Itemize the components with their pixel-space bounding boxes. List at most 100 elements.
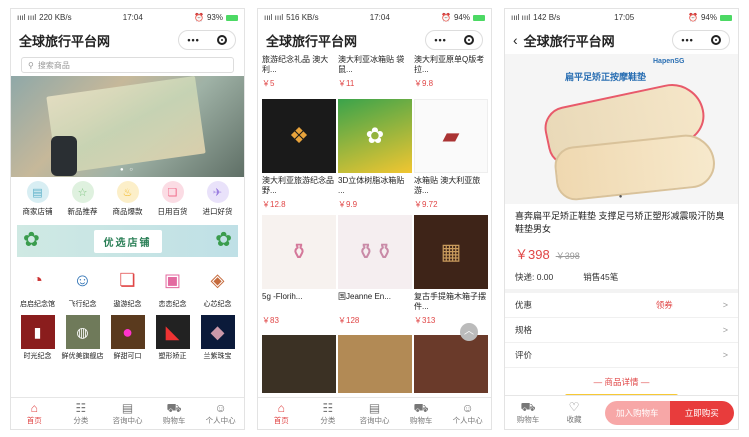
shop-item[interactable]: ● 鲜甜可口	[105, 315, 150, 361]
battery-icon	[720, 14, 732, 21]
search-input[interactable]: ⚲ 搜索商品	[21, 57, 234, 73]
perfume-set-image: ⚱⚱	[338, 215, 412, 289]
add-to-cart-button[interactable]: 加入购物车	[605, 400, 670, 425]
category-new[interactable]: ☆ 新品推荐	[61, 181, 105, 217]
shop-item[interactable]: ◍ 鲜优美旗舰店	[60, 315, 105, 361]
tab-label: 个人中心	[452, 415, 483, 425]
tab-profile[interactable]: ☺ 个人中心	[444, 398, 491, 429]
product-card[interactable]: 澳大利亚冰箱贴 袋鼠... ￥11	[338, 55, 412, 89]
tab-category[interactable]: ☷ 分类	[305, 398, 352, 429]
tab-info[interactable]: ▤ 咨询中心	[104, 398, 151, 429]
spec-label: 规格	[515, 325, 533, 335]
featured-shops-banner[interactable]: ✿ 优选店铺 ✿	[17, 225, 238, 257]
carousel-dots[interactable]: ● ○	[11, 167, 244, 173]
product-image	[262, 335, 336, 393]
phone-home: ıııl ıııl 220 KB/s 17:04 ⏰ 93% 全球旅行平台网 •••…	[10, 8, 245, 430]
shop-item[interactable]: ☺ 飞行纪念	[60, 263, 105, 309]
shop-item[interactable]: ▣ 恋恋纪念	[150, 263, 195, 309]
back-to-top-button[interactable]: ︿	[460, 323, 478, 341]
shop-label: 遨游纪念	[113, 301, 142, 308]
cart-icon: ⛟	[520, 399, 536, 414]
alarm-icon: ⏰	[688, 13, 698, 22]
alarm-icon: ⏰	[441, 13, 451, 22]
more-icon[interactable]: •••	[434, 35, 446, 45]
tab-cart[interactable]: ⛟ 购物车	[151, 398, 198, 429]
star-icon: ☆	[71, 181, 94, 203]
category-row: ▤ 商家店铺 ☆ 新品推荐 ♨ 商品爆款 ❏ 日用百货 ✈ 进口好货	[11, 177, 244, 217]
category-store[interactable]: ▤ 商家店铺	[16, 181, 60, 217]
hero-banner[interactable]: ● ○	[11, 76, 244, 177]
tab-cart[interactable]: ⛟ 购物车	[398, 398, 445, 429]
price: ￥398	[515, 247, 550, 262]
shop-item[interactable]: ◣ 塑形矫正	[150, 315, 195, 361]
product-card[interactable]: ⚱ 5g -Florih... ￥83	[262, 215, 336, 326]
cart-button[interactable]: ⛟ 购物车	[505, 396, 551, 429]
discount-label: 优惠	[515, 300, 533, 310]
product-card[interactable]: ▰ 冰箱贴 澳大利亚旅游... ￥9.72	[414, 99, 488, 210]
close-target-icon[interactable]	[216, 35, 227, 45]
more-icon[interactable]: •••	[681, 35, 693, 45]
product-card[interactable]: ✿ 3D立体树脂冰箱贴 ... ￥9.9	[338, 99, 412, 210]
product-card[interactable]: ❖ 澳大利亚旅游纪念品野... ￥12.8	[262, 99, 336, 210]
review-row[interactable]: 评价 >	[505, 343, 738, 368]
home-icon: ⌂	[277, 400, 285, 415]
kangaroo-magnet-image: ❖	[262, 99, 336, 173]
shoe-icon: ◣	[155, 315, 190, 349]
shop-label: 心芯纪念	[203, 301, 232, 308]
shop-item[interactable]: ▮ 时光纪念	[15, 315, 60, 361]
shop-label: 塑形矫正	[158, 353, 187, 360]
shop-item[interactable]: ❏ 遨游纪念	[105, 263, 150, 309]
palm-icon: ✿	[215, 229, 232, 251]
product-image-carousel[interactable]: HapenSG 扁平足矫正按摩鞋垫 ●	[505, 54, 738, 204]
fire-icon: ♨	[116, 181, 139, 203]
heart-icon: ♡	[568, 399, 580, 414]
close-target-icon[interactable]	[710, 35, 721, 45]
tab-label: 购物车	[162, 415, 186, 425]
shop-grid: ◔ 启启纪念馆 ☺ 飞行纪念 ❏ 遨游纪念 ▣ 恋恋纪念 ◈ 心芯纪念 ▮ 时光纪念 ◍ 鲜优…	[11, 257, 244, 361]
tab-home[interactable]: ⌂ 首页	[11, 398, 58, 429]
product-card[interactable]: ▦ 复古手提箱木箱子摆件... ￥313	[414, 215, 488, 326]
shop-item[interactable]: ◔ 启启纪念馆	[15, 263, 60, 309]
tab-category[interactable]: ☷ 分类	[58, 398, 105, 429]
battery-icon	[225, 14, 238, 21]
person-icon: ☺	[214, 400, 227, 415]
tab-info[interactable]: ▤ 咨询中心	[351, 398, 398, 429]
product-title: 3D立体树脂冰箱贴 ...	[338, 176, 405, 195]
product-title: 澳大利亚旅游纪念品野...	[262, 176, 334, 195]
product-card[interactable]: 澳大利亚原单Q版考拉... ￥9.8	[414, 55, 488, 89]
chevron-right-icon: >	[722, 350, 728, 360]
close-target-icon[interactable]	[463, 35, 474, 45]
favorite-label: 收藏	[566, 414, 582, 424]
tab-bar: ⌂ 首页 ☷ 分类 ▤ 咨询中心 ⛟ 购物车 ☺ 个人中心	[258, 397, 491, 429]
shop-item[interactable]: ◆ 兰紫珠宝	[195, 315, 240, 361]
carousel-dots[interactable]: ●	[505, 194, 738, 200]
category-hot[interactable]: ♨ 商品爆款	[106, 181, 150, 217]
tab-label: 咨询中心	[112, 415, 143, 425]
product-card[interactable]: 旅游纪念礼品 澳大利... ￥5	[262, 55, 336, 89]
discount-row[interactable]: 优惠 领券 >	[505, 293, 738, 318]
sales-count: 销售45笔	[583, 272, 619, 282]
shop-item[interactable]: ◈ 心芯纪念	[195, 263, 240, 309]
product-card[interactable]: ⚱⚱ 国Jeanne En... ￥128	[338, 215, 412, 326]
palm-icon: ✿	[23, 229, 40, 251]
review-label: 评价	[515, 350, 533, 360]
tab-label: 分类	[73, 415, 89, 425]
product-price: ￥313	[414, 316, 436, 325]
battery-percent: 93%	[206, 13, 223, 22]
favorite-button[interactable]: ♡ 收藏	[551, 396, 597, 429]
category-daily[interactable]: ❏ 日用百货	[151, 181, 195, 217]
buy-now-button[interactable]: 立即购买	[669, 400, 734, 425]
spec-row[interactable]: 规格 >	[505, 318, 738, 343]
coupon-link[interactable]: 领券	[656, 299, 673, 311]
back-arrow-icon[interactable]: ‹	[513, 32, 518, 48]
category-icon: ☷	[322, 400, 334, 415]
perfume-image: ⚱	[262, 215, 336, 289]
document-icon: ▤	[368, 400, 381, 415]
tab-profile[interactable]: ☺ 个人中心	[197, 398, 244, 429]
clock: 17:05	[614, 13, 635, 22]
category-import[interactable]: ✈ 进口好货	[196, 181, 240, 217]
tab-home[interactable]: ⌂ 首页	[258, 398, 305, 429]
signal-text: ıııl ıııl	[511, 13, 531, 22]
more-icon[interactable]: •••	[187, 35, 199, 45]
bag-icon: ▣	[163, 269, 181, 290]
